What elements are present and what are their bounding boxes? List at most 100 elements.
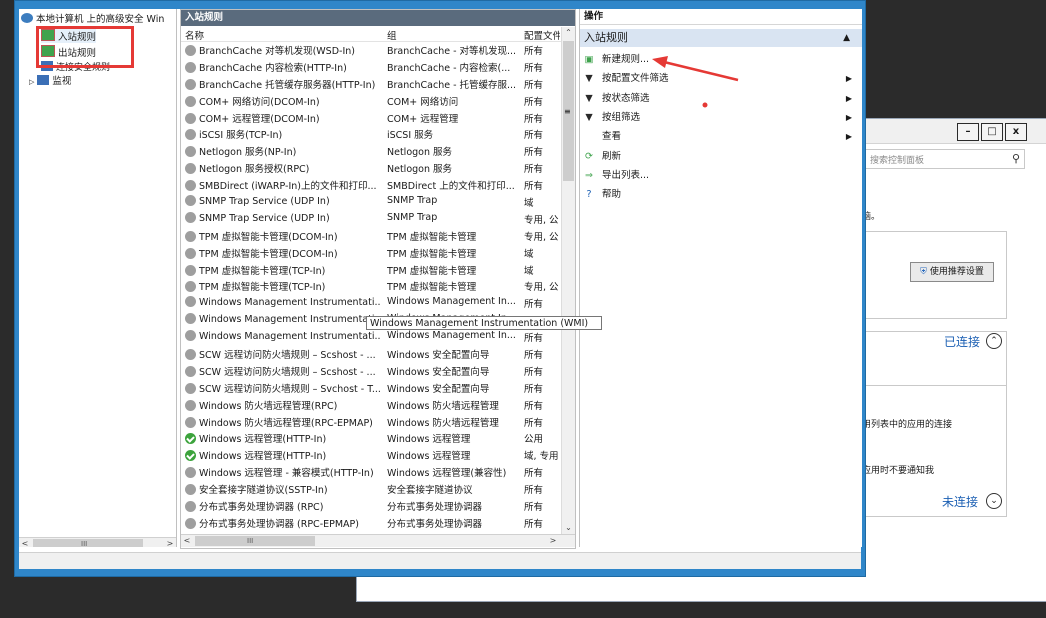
- table-row[interactable]: SCW 远程访问防火墙规则 – Svchost - T... Windows 安全…: [181, 379, 561, 396]
- connection-security-icon: [41, 61, 53, 71]
- filter-icon: ▼: [585, 92, 593, 104]
- rule-name-cell: COM+ 远程管理(DCOM-In): [185, 111, 381, 125]
- minimize-button[interactable]: –: [957, 123, 979, 141]
- rule-name: Windows 远程管理(HTTP-In): [199, 434, 327, 446]
- connected-label: 已连接: [944, 335, 981, 349]
- tree-hscrollbar[interactable]: < III >: [19, 537, 176, 547]
- scroll-grip: III: [247, 537, 254, 545]
- scroll-thumb[interactable]: [33, 539, 143, 547]
- cp-text-2: 应用列表中的应用的连接: [853, 420, 953, 430]
- action-item[interactable]: 查看 ▶: [582, 128, 858, 145]
- column-header-profile[interactable]: 配置文件: [524, 28, 560, 42]
- action-item[interactable]: ⟳ 刷新: [582, 148, 858, 165]
- table-row[interactable]: BranchCache 托管缓存服务器(HTTP-In) BranchCache …: [181, 75, 561, 92]
- table-row[interactable]: 分布式事务处理协调器 (RPC) 分布式事务处理协调器 所有: [181, 497, 561, 514]
- table-row[interactable]: BranchCache 内容检索(HTTP-In) BranchCache - 内…: [181, 58, 561, 75]
- table-row[interactable]: TPM 虚拟智能卡管理(DCOM-In) TPM 虚拟智能卡管理 专用, 公: [181, 227, 561, 244]
- table-row[interactable]: SCW 远程访问防火墙规则 – Scshost - ... Windows 安全配…: [181, 362, 561, 379]
- table-row[interactable]: Windows 防火墙远程管理(RPC-EPMAP) Windows 防火墙远程管…: [181, 413, 561, 430]
- refresh-icon: ⟳: [585, 150, 593, 162]
- table-row[interactable]: Windows 远程管理 - 兼容模式(HTTP-In) Windows 远程管理…: [181, 463, 561, 480]
- action-label: 按组筛选: [602, 111, 641, 123]
- tree-root[interactable]: 本地计算机 上的高级安全 Win: [21, 13, 164, 27]
- table-row[interactable]: SNMP Trap Service (UDP In) SNMP Trap 专用, 公: [181, 210, 561, 227]
- cp-connected-body: [853, 385, 1007, 517]
- tree-item-connection-security[interactable]: 连接安全规则: [41, 61, 110, 75]
- tree-item-inbound-rules[interactable]: 入站规则: [41, 29, 97, 43]
- table-row[interactable]: COM+ 远程管理(DCOM-In) COM+ 远程管理 所有: [181, 109, 561, 126]
- rule-profile-cell: 所有: [524, 350, 544, 362]
- mmc-client-area: 本地计算机 上的高级安全 Win 入站规则 出站规则 连接安全规则 ▷ 监视 < …: [19, 9, 862, 560]
- close-button[interactable]: x: [1005, 123, 1027, 141]
- table-row[interactable]: TPM 虚拟智能卡管理(TCP-In) TPM 虚拟智能卡管理 专用, 公: [181, 277, 561, 294]
- table-row[interactable]: Windows 远程管理(HTTP-In) Windows 远程管理 公用: [181, 429, 561, 446]
- table-row[interactable]: 分布式事务处理协调器 (RPC-EPMAP) 分布式事务处理协调器 所有: [181, 514, 561, 531]
- maximize-button[interactable]: □: [981, 123, 1003, 141]
- table-row[interactable]: Windows 远程管理(HTTP-In) Windows 远程管理 域, 专用: [181, 446, 561, 463]
- scroll-up-icon[interactable]: ⌃: [562, 27, 575, 39]
- table-row[interactable]: Windows Management Instrumentati... Windo…: [181, 328, 561, 345]
- chevron-down-icon[interactable]: ⌄: [986, 493, 1002, 509]
- table-row[interactable]: COM+ 网络访问(DCOM-In) COM+ 网络访问 所有: [181, 92, 561, 109]
- rule-disabled-icon: [185, 281, 196, 293]
- table-row[interactable]: Netlogon 服务(NP-In) Netlogon 服务 所有: [181, 142, 561, 159]
- table-row[interactable]: iSCSI 服务(TCP-In) iSCSI 服务 所有: [181, 125, 561, 142]
- scroll-down-icon[interactable]: ⌄: [562, 522, 575, 534]
- action-item[interactable]: ? 帮助: [582, 186, 858, 203]
- chevron-up-icon[interactable]: ⌃: [986, 333, 1002, 349]
- rule-group-cell: Windows 远程管理: [387, 451, 471, 463]
- rules-hscrollbar[interactable]: < III >: [181, 534, 575, 547]
- rule-disabled-icon: [185, 264, 196, 276]
- rule-name-cell: SCW 远程访问防火墙规则 – Svchost - T...: [185, 381, 381, 395]
- rules-vscrollbar[interactable]: ⌃ ≡ ⌄: [561, 27, 575, 534]
- rule-name-cell: SMBDirect (iWARP-In)上的文件和打印...: [185, 178, 381, 192]
- scroll-thumb[interactable]: [195, 536, 315, 546]
- rule-name: TPM 虚拟智能卡管理(TCP-In): [199, 282, 326, 294]
- scroll-grip: ≡: [564, 107, 571, 116]
- rule-group-cell: Windows 防火墙远程管理: [387, 417, 499, 429]
- table-row[interactable]: BranchCache 对等机发现(WSD-In) BranchCache - 对…: [181, 41, 561, 58]
- scroll-right-icon[interactable]: >: [164, 538, 176, 547]
- search-placeholder: 搜索控制面板: [870, 156, 925, 166]
- actions-pane-title: 操作: [580, 9, 862, 25]
- scroll-left-icon[interactable]: <: [19, 538, 31, 547]
- rule-name: SMBDirect (iWARP-In)上的文件和打印...: [199, 181, 377, 193]
- scroll-left-icon[interactable]: <: [181, 535, 193, 547]
- table-row[interactable]: TPM 虚拟智能卡管理(TCP-In) TPM 虚拟智能卡管理 域: [181, 261, 561, 278]
- table-row[interactable]: Netlogon 服务授权(RPC) Netlogon 服务 所有: [181, 159, 561, 176]
- rule-group-cell: SNMP Trap: [387, 195, 438, 207]
- use-recommended-settings-button[interactable]: ⛨ 使用推荐设置: [910, 262, 994, 282]
- action-item[interactable]: ▼ 按配置文件筛选 ▶: [582, 70, 858, 87]
- table-row[interactable]: 安全套接字隧道协议(SSTP-In) 安全套接字隧道协议 所有: [181, 480, 561, 497]
- table-row[interactable]: Windows 防火墙远程管理(RPC) Windows 防火墙远程管理 所有: [181, 396, 561, 413]
- rule-profile-cell: 专用, 公: [524, 282, 559, 294]
- rule-disabled-icon: [185, 230, 196, 242]
- control-panel-search[interactable]: 搜索控制面板 ⚲: [863, 149, 1025, 169]
- tree-item-monitoring[interactable]: ▷ 监视: [29, 75, 71, 89]
- rule-name-cell: Windows 防火墙远程管理(RPC): [185, 398, 381, 412]
- table-row[interactable]: SCW 远程访问防火墙规则 – Scshost - ... Windows 安全配…: [181, 345, 561, 362]
- action-item[interactable]: ▣ 新建规则...: [582, 51, 858, 68]
- table-row[interactable]: SMBDirect (iWARP-In)上的文件和打印... SMBDirect …: [181, 176, 561, 193]
- collapse-icon[interactable]: ▲: [843, 29, 850, 47]
- action-item[interactable]: ⇒ 导出列表...: [582, 167, 858, 184]
- tree-item-outbound-rules[interactable]: 出站规则: [41, 45, 96, 59]
- table-row[interactable]: Windows Management Instrumentati... Windo…: [181, 294, 561, 311]
- rule-disabled-icon: [185, 61, 196, 73]
- search-icon[interactable]: ⚲: [1012, 152, 1020, 165]
- rule-profile-cell: 域: [524, 198, 534, 210]
- rule-name-cell: SNMP Trap Service (UDP In): [185, 195, 381, 207]
- action-item[interactable]: ▼ 按状态筛选 ▶: [582, 90, 858, 107]
- table-row[interactable]: SNMP Trap Service (UDP In) SNMP Trap 域: [181, 193, 561, 210]
- rule-profile-cell: 所有: [524, 366, 544, 378]
- scroll-right-icon[interactable]: >: [547, 535, 559, 547]
- column-header-group[interactable]: 组: [387, 28, 517, 42]
- rule-name: SCW 远程访问防火墙规则 – Scshost - ...: [199, 350, 376, 362]
- rule-profile-cell: 所有: [524, 485, 544, 497]
- actions-section-header[interactable]: 入站规则 ▲: [580, 29, 862, 47]
- table-row[interactable]: TPM 虚拟智能卡管理(DCOM-In) TPM 虚拟智能卡管理 域: [181, 244, 561, 261]
- expand-icon[interactable]: ▷: [29, 78, 34, 86]
- rule-disabled-icon: [185, 163, 196, 175]
- action-item[interactable]: ▼ 按组筛选 ▶: [582, 109, 858, 126]
- column-header-name[interactable]: 名称: [185, 28, 381, 42]
